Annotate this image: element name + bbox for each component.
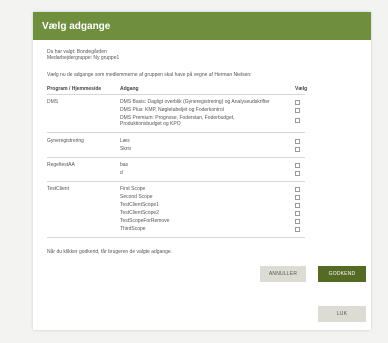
- footer-note: Når du klikker godkend, får brugeren de …: [47, 249, 173, 255]
- access-checkbox[interactable]: [295, 100, 300, 105]
- access-item: DMS Plus: KMP, Nøgletabeljet og Foderkon…: [120, 107, 224, 113]
- access-checkbox[interactable]: [295, 108, 300, 113]
- access-item: TestScopeForRemove: [120, 218, 170, 224]
- access-checkbox[interactable]: [295, 118, 300, 123]
- group-divider: [47, 132, 305, 133]
- header-access: Adgang: [120, 86, 139, 92]
- access-checkbox[interactable]: [295, 203, 300, 208]
- header-divider: [47, 94, 305, 95]
- access-checkbox[interactable]: [295, 147, 300, 152]
- access-item: DMS Basis: Dagligt overblik (Gyneregistr…: [120, 99, 270, 105]
- access-dialog: Vælg adgange Du har valgt: Bondegården M…: [33, 12, 371, 330]
- approve-button[interactable]: GODKEND: [318, 266, 366, 282]
- program-name: Gyneregistrering: [47, 138, 84, 144]
- header-choose: Vælg: [295, 86, 308, 92]
- access-checkbox[interactable]: [295, 219, 300, 224]
- group-divider: [47, 157, 305, 158]
- access-checkbox[interactable]: [295, 227, 300, 232]
- access-checkbox[interactable]: [295, 211, 300, 216]
- access-item: Skriv: [120, 146, 132, 152]
- employee-group-text: Medarbejdergruppe: Ny gruppe1: [47, 55, 120, 61]
- instruction-text: Vælg nu de adgange som medlemmerne af gr…: [47, 72, 252, 78]
- access-item: First Scope: [120, 186, 146, 192]
- access-item: bas: [120, 162, 129, 168]
- program-name: RegeltestAA: [47, 162, 75, 168]
- access-item: Læs: [120, 138, 130, 144]
- dialog-title: Vælg adgange: [42, 21, 111, 32]
- access-checkbox[interactable]: [295, 163, 300, 168]
- header-program: Program / Hjemmeside: [47, 86, 102, 92]
- access-item: ThirdScope: [120, 226, 146, 232]
- access-item: TestClientScope1: [120, 202, 159, 208]
- group-divider: [47, 237, 305, 238]
- dialog-header: Vælg adgange: [33, 12, 371, 40]
- program-name: DMS: [47, 99, 59, 105]
- access-checkbox[interactable]: [295, 187, 300, 192]
- group-divider: [47, 181, 305, 182]
- access-checkbox[interactable]: [295, 171, 300, 176]
- access-checkbox[interactable]: [295, 139, 300, 144]
- access-item: TestClientScope2: [120, 210, 159, 216]
- access-item-continued: Produktionsbudget og KPO: [120, 121, 181, 127]
- access-item: Second Scope: [120, 194, 153, 200]
- access-item: d: [120, 170, 123, 176]
- close-button[interactable]: LUK: [318, 306, 366, 322]
- cancel-button[interactable]: ANNULLER: [260, 266, 306, 282]
- program-name: TestClient: [47, 186, 69, 192]
- access-checkbox[interactable]: [295, 195, 300, 200]
